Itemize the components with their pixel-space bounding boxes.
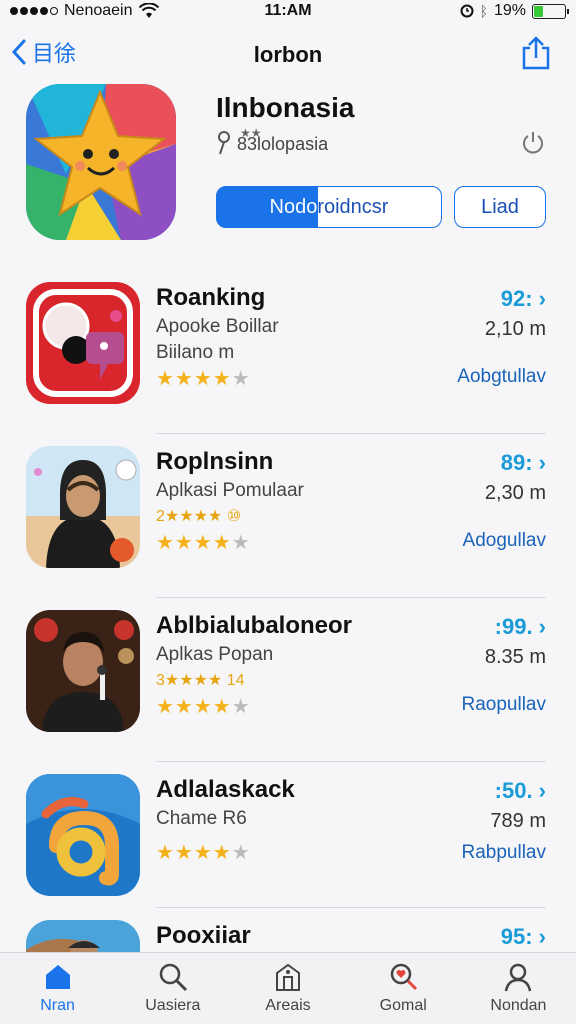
tab-label: Nondan — [490, 997, 547, 1014]
app-size: 8.35 m — [484, 646, 546, 668]
app-name: Pooxiiar — [156, 922, 251, 949]
status-bar: Nenoaein 11:AM ᛒ 19% — [0, 0, 576, 22]
app-category: Apooke Boillar — [156, 316, 279, 337]
app-name: Adlalaskack — [156, 776, 295, 803]
wifi-icon — [138, 3, 159, 18]
app-action-link[interactable]: Rabpullav — [462, 842, 547, 864]
star-rating: ★★★★★ — [156, 842, 251, 864]
app-action-link[interactable]: Raopullav — [462, 694, 547, 716]
app-category: Aplkas Popan — [156, 644, 274, 665]
featured-app-icon[interactable] — [26, 84, 176, 240]
app-icon — [26, 610, 140, 732]
app-size: 789 m — [490, 810, 546, 832]
download-progress-button[interactable]: Nodoroidncsr — [216, 186, 442, 228]
tab-store[interactable]: Areais — [230, 953, 345, 1024]
bluetooth-icon: ᛒ — [479, 3, 488, 19]
location-icon — [218, 131, 230, 155]
secondary-button[interactable]: Liad — [454, 186, 546, 228]
search-icon — [159, 963, 187, 992]
app-name: Roplnsinn — [156, 448, 274, 475]
rating-summary: 2★★★★ ⑩ — [156, 508, 242, 525]
app-size: 2,10 m — [484, 318, 546, 340]
tab-bar: Nran Uasiera Areais Gomal Nondan — [0, 952, 576, 1024]
profile-icon — [505, 963, 532, 992]
app-price[interactable]: 95: › — [501, 924, 546, 950]
featured-app-subtitle-text: 83lolopasia — [237, 134, 329, 154]
app-category: Aplkasi Pomulaar — [156, 480, 304, 501]
tab-label: Uasiera — [145, 997, 201, 1014]
app-name: Ablbialubaloneor — [156, 612, 353, 639]
app-price[interactable]: :50. › — [495, 778, 546, 804]
tab-search[interactable]: Uasiera — [115, 953, 230, 1024]
battery-percent: 19% — [493, 2, 526, 19]
tab-label: Gomal — [379, 997, 427, 1014]
download-progress-label: Nodoroidncsr — [269, 196, 389, 218]
app-size: 2,30 m — [484, 482, 546, 504]
tab-label: Nran — [40, 997, 75, 1014]
list-item[interactable]: Adlalaskack Chame R6 ★★★★★ :50. › 789 m … — [0, 762, 576, 908]
alarm-icon — [460, 4, 474, 18]
battery-icon — [532, 3, 569, 19]
app-list: Roanking Apooke Boillar Biilano m ★★★★★ … — [0, 270, 576, 1024]
signal-icon — [10, 7, 58, 15]
star-rating: ★★★★★ — [156, 368, 251, 390]
list-item[interactable]: Ablbialubaloneor Aplkas Popan 3★★★★ 14 ★… — [0, 598, 576, 762]
featured-app-subtitle: 83lolopasia — [216, 130, 328, 156]
app-price[interactable]: 92: › — [501, 286, 546, 312]
tab-home[interactable]: Nran — [0, 953, 115, 1024]
app-icon — [26, 774, 140, 896]
status-right: ᛒ 19% — [460, 2, 569, 20]
star-rating: ★★★★★ — [156, 696, 251, 718]
magnifier-heart-icon — [390, 963, 418, 991]
app-action-link[interactable]: Adogullav — [463, 530, 546, 552]
list-item[interactable]: Roanking Apooke Boillar Biilano m ★★★★★ … — [0, 270, 576, 434]
navigation-bar: 目徐 lorbon — [0, 30, 576, 78]
app-extra: Biilano m — [156, 342, 235, 363]
app-category: Chame R6 — [156, 808, 247, 829]
app-action-link[interactable]: Aobgtullav — [457, 366, 546, 388]
list-item[interactable]: Roplnsinn Aplkasi Pomulaar 2★★★★ ⑩ ★★★★★… — [0, 434, 576, 598]
carrier-label: Nenoaein — [64, 2, 133, 19]
home-icon — [45, 965, 70, 989]
app-price[interactable]: 89: › — [501, 450, 546, 476]
rating-summary: 3★★★★ 14 — [156, 672, 245, 689]
app-price[interactable]: :99. › — [495, 614, 546, 640]
tab-label: Areais — [265, 997, 311, 1014]
tab-general[interactable]: Gomal — [346, 953, 461, 1024]
featured-app: Ilnbonasia ★★ 83lolopasia Nodoroidncsr L… — [0, 82, 576, 252]
app-name: Roanking — [156, 284, 266, 311]
app-icon — [26, 282, 140, 404]
tab-profile[interactable]: Nondan — [461, 953, 576, 1024]
star-rating: ★★★★★ — [156, 532, 251, 554]
store-icon — [276, 963, 300, 991]
page-title: lorbon — [253, 42, 323, 67]
power-icon[interactable] — [520, 130, 546, 156]
app-icon — [26, 446, 140, 568]
status-left: Nenoaein — [10, 2, 159, 20]
featured-app-name: Ilnbonasia — [216, 92, 355, 123]
share-icon[interactable] — [520, 36, 552, 70]
